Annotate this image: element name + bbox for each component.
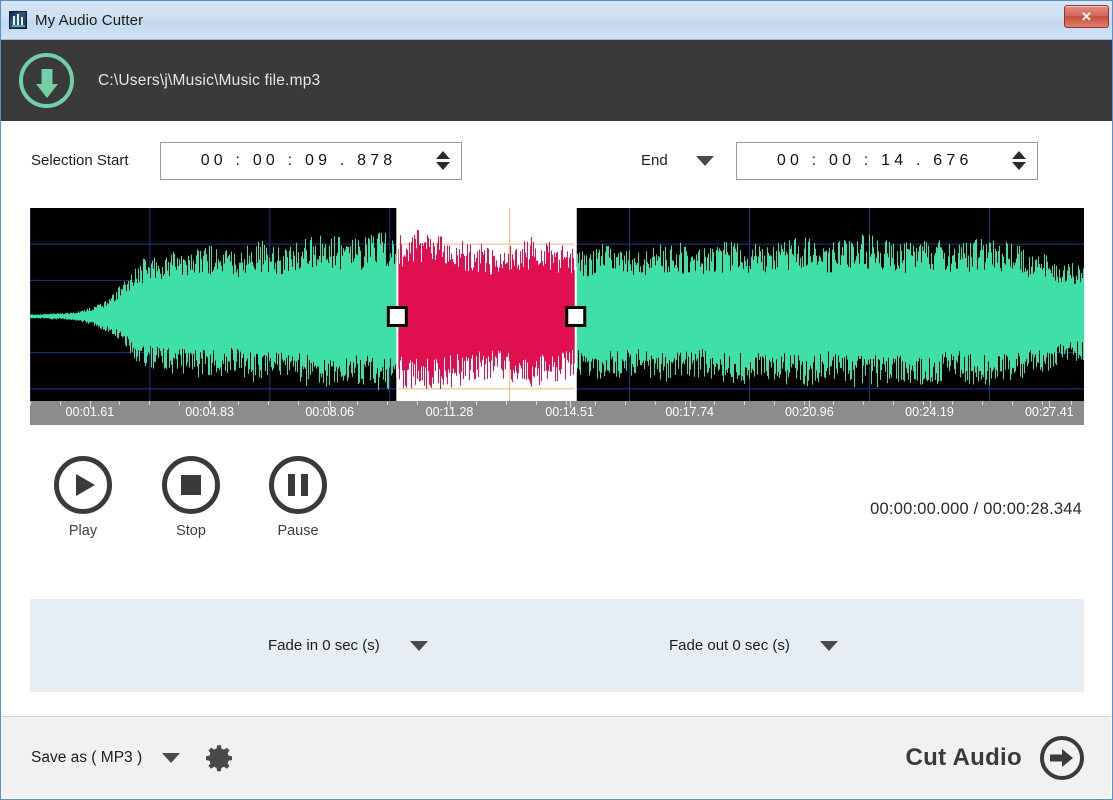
- transport-controls: Play Stop Pause 00:00:00.000 / 00:00:28.…: [1, 456, 1112, 566]
- ruler-tick-label: 00:27.41: [1025, 405, 1074, 419]
- selection-start-stepper[interactable]: [431, 143, 455, 179]
- ruler-tick-label: 00:24.19: [905, 405, 954, 419]
- file-path-text: C:\Users\j\Music\Music file.mp3: [98, 72, 320, 90]
- fade-in-label: Fade in 0 sec (s): [268, 637, 380, 654]
- cut-audio-label: Cut Audio: [906, 744, 1022, 772]
- fade-out-label: Fade out 0 sec (s): [669, 637, 790, 654]
- selection-start-label: Selection Start: [31, 152, 129, 169]
- selection-end-handle[interactable]: [567, 308, 585, 326]
- close-icon: ✕: [1081, 9, 1092, 25]
- play-icon: [54, 456, 112, 514]
- selection-end-stepper[interactable]: [1007, 143, 1031, 179]
- ruler-tick-label: 00:17.74: [665, 405, 714, 419]
- title-bar: My Audio Cutter ✕: [1, 1, 1112, 40]
- playback-timecode: 00:00:00.000 / 00:00:28.344: [870, 500, 1082, 519]
- selection-end-value: 00 : 00 : 14 . 676: [737, 152, 1007, 170]
- download-circle-icon[interactable]: [19, 53, 74, 108]
- window-title: My Audio Cutter: [35, 12, 143, 29]
- selection-end-label: End: [641, 152, 668, 169]
- ruler-tick-label: 00:01.61: [66, 405, 115, 419]
- fade-out-dropdown[interactable]: Fade out 0 sec (s): [669, 637, 838, 654]
- time-ruler: 00:01.61 00:04.83 00:08.06 00:11.28 00:14.51…: [30, 401, 1084, 425]
- selection-end-field[interactable]: 00 : 00 : 14 . 676: [736, 142, 1038, 180]
- chevron-down-icon[interactable]: [162, 753, 180, 763]
- stop-icon: [162, 456, 220, 514]
- ruler-tick-label: 00:08.06: [305, 405, 354, 419]
- stop-button[interactable]: Stop: [160, 456, 222, 539]
- app-icon: [9, 11, 27, 29]
- chevron-down-icon[interactable]: [820, 641, 838, 651]
- pause-button[interactable]: Pause: [267, 456, 329, 539]
- selection-row: Selection Start 00 : 00 : 09 . 878 End 0…: [1, 121, 1112, 200]
- ruler-tick-label: 00:14.51: [545, 405, 594, 419]
- pause-label: Pause: [267, 523, 329, 539]
- ruler-tick-label: 00:11.28: [426, 405, 474, 419]
- ruler-tick-label: 00:04.83: [185, 405, 234, 419]
- stop-label: Stop: [160, 523, 222, 539]
- arrow-right-circle-icon: [1040, 736, 1084, 780]
- cut-audio-button[interactable]: Cut Audio: [906, 736, 1084, 780]
- play-label: Play: [52, 523, 114, 539]
- selection-end-group: End 00 : 00 : 14 . 676: [641, 142, 1038, 180]
- waveform-canvas[interactable]: [30, 208, 1084, 425]
- chevron-down-icon[interactable]: [696, 156, 714, 166]
- save-as-label: Save as ( MP3 ): [31, 749, 142, 767]
- close-button[interactable]: ✕: [1064, 5, 1109, 28]
- pause-icon: [269, 456, 327, 514]
- app-window: My Audio Cutter ✕ C:\Users\j\Music\Music…: [0, 0, 1113, 800]
- waveform-display[interactable]: [30, 208, 1084, 425]
- fade-in-dropdown[interactable]: Fade in 0 sec (s): [268, 637, 428, 654]
- selection-start-field[interactable]: 00 : 00 : 09 . 878: [160, 142, 462, 180]
- ruler-tick-label: 00:20.96: [785, 405, 834, 419]
- gear-icon[interactable]: [204, 743, 234, 773]
- play-button[interactable]: Play: [52, 456, 114, 539]
- chevron-down-icon[interactable]: [410, 641, 428, 651]
- bottom-bar: Save as ( MP3 ) Cut Audio: [2, 716, 1111, 798]
- selection-start-handle[interactable]: [388, 308, 406, 326]
- fade-panel: Fade in 0 sec (s) Fade out 0 sec (s): [30, 599, 1084, 692]
- save-as-dropdown[interactable]: Save as ( MP3 ): [31, 749, 180, 767]
- file-header-bar: C:\Users\j\Music\Music file.mp3: [1, 40, 1112, 121]
- selection-start-value: 00 : 00 : 09 . 878: [161, 152, 431, 170]
